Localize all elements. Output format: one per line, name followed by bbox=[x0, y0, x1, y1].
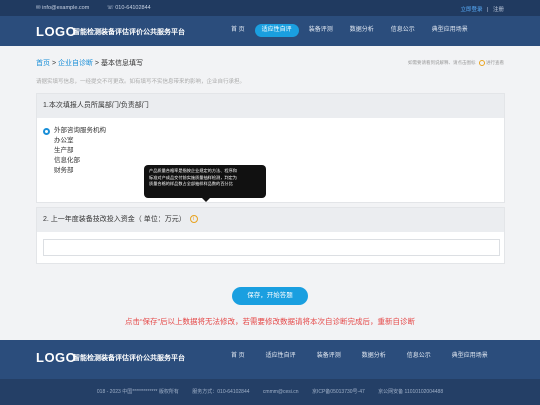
question-2-header: 2. 上一年度装备技改投入资金（ 单位：万元） i bbox=[37, 208, 504, 232]
option-label: 财务部 bbox=[54, 167, 74, 174]
form-notice: 请据实填写信息，一经提交不可更改。如有填写不实信息带来的影响，企业自行承担。 bbox=[36, 79, 246, 85]
option-label: 办公室 bbox=[54, 137, 74, 144]
footer-legal: 018 - 2023 中国************* 版权所有 服务方式：010… bbox=[0, 379, 540, 405]
help-hint-text: 如需要请看到说解释、请点击图标 bbox=[407, 60, 476, 66]
help-hint-link[interactable]: 进行查看 bbox=[486, 60, 504, 65]
site-footer: LOGO 智能检测装备评估评价公共服务平台 首 页 适应性自评 装备评测 数据分… bbox=[0, 340, 540, 405]
help-hint: 如需要请看到说解释、请点击图标 进行查看 bbox=[408, 60, 504, 66]
phone-value: 010-64102844 bbox=[115, 5, 151, 11]
footer-nav-data-analysis[interactable]: 数据分析 bbox=[353, 350, 395, 363]
footer-nav-info-disclosure[interactable]: 信息公示 bbox=[398, 350, 440, 363]
site-header: LOGO 智能检测装备评估评价公共服务平台 首 页 适应性自评 装备评测 数据分… bbox=[0, 16, 540, 46]
breadcrumb-home[interactable]: 首页 bbox=[36, 60, 50, 67]
contact-info: ✉ info@example.com ☏ 010-64102844 bbox=[36, 5, 167, 11]
department-options: 外部咨询服务机构 办公室 生产部 信息化部 财务部 bbox=[37, 118, 504, 176]
question-2-card: 2. 上一年度装备技改投入资金（ 单位：万元） i bbox=[36, 207, 505, 264]
tooltip-line: 质量合格的样品数占全部抽样样品数的百分比 bbox=[149, 181, 233, 186]
nav-self-assessment[interactable]: 适应性自评 bbox=[254, 24, 299, 37]
email-text: ✉ info@example.com bbox=[36, 5, 90, 11]
auth-separator: | bbox=[487, 7, 489, 13]
option-external-consulting[interactable]: 外部咨询服务机构 bbox=[43, 126, 504, 136]
radio-selected-icon[interactable] bbox=[43, 127, 50, 135]
main-nav: 首 页 适应性自评 装备评测 数据分析 信息公示 典型应用场景 bbox=[224, 24, 478, 37]
option-label: 外部咨询服务机构 bbox=[54, 127, 106, 134]
question-1-card: 1.本次填报人员所属部门/负责部门 外部咨询服务机构 办公室 生产部 信息化部 … bbox=[36, 93, 505, 203]
question-1-title: 1.本次填报人员所属部门/负责部门 bbox=[37, 94, 504, 118]
login-link[interactable]: 立即登录 bbox=[460, 7, 482, 13]
option-it[interactable]: 信息化部 bbox=[43, 156, 504, 166]
nav-info-disclosure[interactable]: 信息公示 bbox=[384, 24, 422, 37]
footer-logo[interactable]: LOGO bbox=[36, 350, 76, 365]
police-record: 京公网安备 11010102004488 bbox=[378, 389, 444, 395]
breadcrumb-self-diagnosis[interactable]: 企业自诊断 bbox=[58, 60, 93, 67]
icp-number: 京ICP备05013730号-47 bbox=[311, 389, 365, 395]
register-link[interactable]: 注册 bbox=[493, 7, 504, 13]
nav-application-scenarios[interactable]: 典型应用场景 bbox=[425, 24, 475, 37]
nav-home[interactable]: 首 页 bbox=[224, 24, 252, 37]
nav-data-analysis[interactable]: 数据分析 bbox=[343, 24, 381, 37]
footer-nav-equipment-evaluation[interactable]: 装备评测 bbox=[308, 350, 350, 363]
top-bar: ✉ info@example.com ☏ 010-64102844 立即登录 |… bbox=[0, 0, 540, 16]
investment-amount-input[interactable] bbox=[43, 239, 500, 256]
footer-nav-self-assessment[interactable]: 适应性自评 bbox=[257, 350, 305, 363]
footer-nav-application-scenarios[interactable]: 典型应用场景 bbox=[443, 350, 497, 363]
phone-text: ☏ 010-64102844 bbox=[106, 5, 151, 11]
breadcrumb: 首页 > 企业自诊断 > 基本信息填写 bbox=[36, 58, 143, 68]
option-label: 信息化部 bbox=[54, 157, 80, 164]
info-tooltip: 产品质量合格率是指按企业规定的方法、程序和 标准对产成品交付前实施质量抽样检测，… bbox=[144, 165, 266, 202]
footer-title: 智能检测装备评估评价公共服务平台 bbox=[73, 355, 185, 362]
site-title: 智能检测装备评估评价公共服务平台 bbox=[73, 29, 185, 36]
info-icon[interactable]: i bbox=[189, 215, 198, 224]
option-finance[interactable]: 财务部 bbox=[43, 166, 504, 176]
site-logo[interactable]: LOGO bbox=[36, 24, 76, 39]
tooltip-arrow bbox=[202, 198, 210, 202]
question-2-title: 2. 上一年度装备技改投入资金（ 单位：万元） bbox=[43, 216, 186, 223]
nav-equipment-evaluation[interactable]: 装备评测 bbox=[302, 24, 340, 37]
email-value: info@example.com bbox=[42, 5, 90, 11]
service-hotline: 服务方式：010-64102844 bbox=[192, 389, 250, 395]
auth-links: 立即登录 | 注册 bbox=[460, 5, 504, 13]
footer-nav-home[interactable]: 首 页 bbox=[222, 350, 254, 363]
save-start-button[interactable]: 保存，开始答题 bbox=[232, 287, 308, 305]
footer-email: cmmm@cesi.cn bbox=[262, 389, 299, 395]
copyright: 018 - 2023 中国************* 版权所有 bbox=[96, 389, 179, 395]
option-label: 生产部 bbox=[54, 147, 74, 154]
breadcrumb-separator: > bbox=[92, 60, 101, 67]
option-production[interactable]: 生产部 bbox=[43, 146, 504, 156]
breadcrumb-current: 基本信息填写 bbox=[100, 60, 143, 67]
breadcrumb-separator: > bbox=[50, 60, 58, 67]
save-warning: 点击“保存”后以上数据将无法修改，若需要修改数据请将本次自诊断完成后，重新自诊断 bbox=[125, 317, 415, 326]
option-office[interactable]: 办公室 bbox=[43, 136, 504, 146]
footer-nav: 首 页 适应性自评 装备评测 数据分析 信息公示 典型应用场景 bbox=[222, 350, 500, 363]
help-icon[interactable] bbox=[478, 60, 485, 66]
